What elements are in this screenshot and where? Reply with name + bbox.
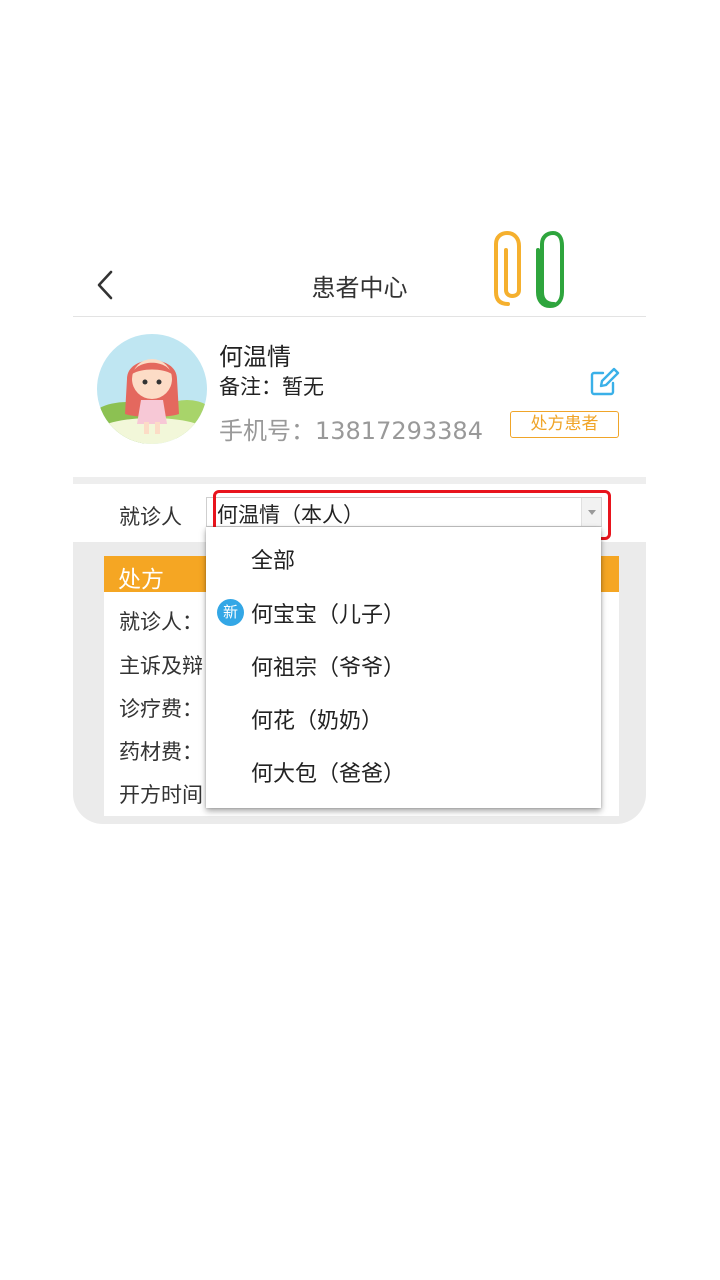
- card-row-patient: 就诊人：: [119, 610, 203, 634]
- section-divider: [73, 477, 646, 484]
- chevron-down-icon: [581, 498, 601, 526]
- card-row-medicine-fee: 药材费：: [119, 740, 203, 764]
- paperclip-icon: [490, 230, 566, 310]
- card-row-consult-fee: 诊疗费：: [119, 697, 203, 721]
- dropdown-option-label: 何花（奶奶）: [251, 709, 384, 734]
- dropdown-option-label: 何宝宝（儿子）: [251, 603, 406, 628]
- dropdown-option-label: 何祖宗（爷爷）: [251, 656, 406, 681]
- avatar: [97, 334, 207, 444]
- dropdown-option-father[interactable]: 何大包（爸爸）: [206, 744, 601, 797]
- edit-icon: [590, 367, 620, 396]
- patient-dropdown: 全部 新 何宝宝（儿子） 何祖宗（爷爷） 何花（奶奶） 何大包（爸爸）: [206, 527, 601, 808]
- dropdown-option-label: 全部: [251, 549, 296, 574]
- patient-phone: 手机号：13817293384: [219, 417, 483, 445]
- card-row-complaint: 主诉及辩: [119, 654, 203, 678]
- patient-name: 何温情: [219, 343, 291, 371]
- dropdown-option-label: 何大包（爸爸）: [251, 762, 406, 787]
- dropdown-option-all[interactable]: 全部: [206, 531, 601, 584]
- prescription-patient-badge: 处方患者: [510, 411, 619, 438]
- patient-select-value: 何温情（本人）: [217, 503, 364, 527]
- edit-button[interactable]: [589, 365, 621, 397]
- patient-filter-label: 就诊人: [119, 505, 182, 529]
- patient-select[interactable]: 何温情（本人）: [206, 497, 602, 527]
- dropdown-option-son[interactable]: 何宝宝（儿子）: [206, 585, 601, 638]
- prescription-card-title: 处方: [118, 567, 164, 593]
- card-row-prescribe-time: 开方时间: [119, 783, 203, 807]
- dropdown-option-grandma[interactable]: 何花（奶奶）: [206, 691, 601, 744]
- dropdown-option-grandpa[interactable]: 何祖宗（爷爷）: [206, 638, 601, 691]
- patient-profile: 何温情 备注：暂无 手机号：13817293384 处方患者: [73, 317, 646, 477]
- patient-note: 备注：暂无: [219, 375, 324, 399]
